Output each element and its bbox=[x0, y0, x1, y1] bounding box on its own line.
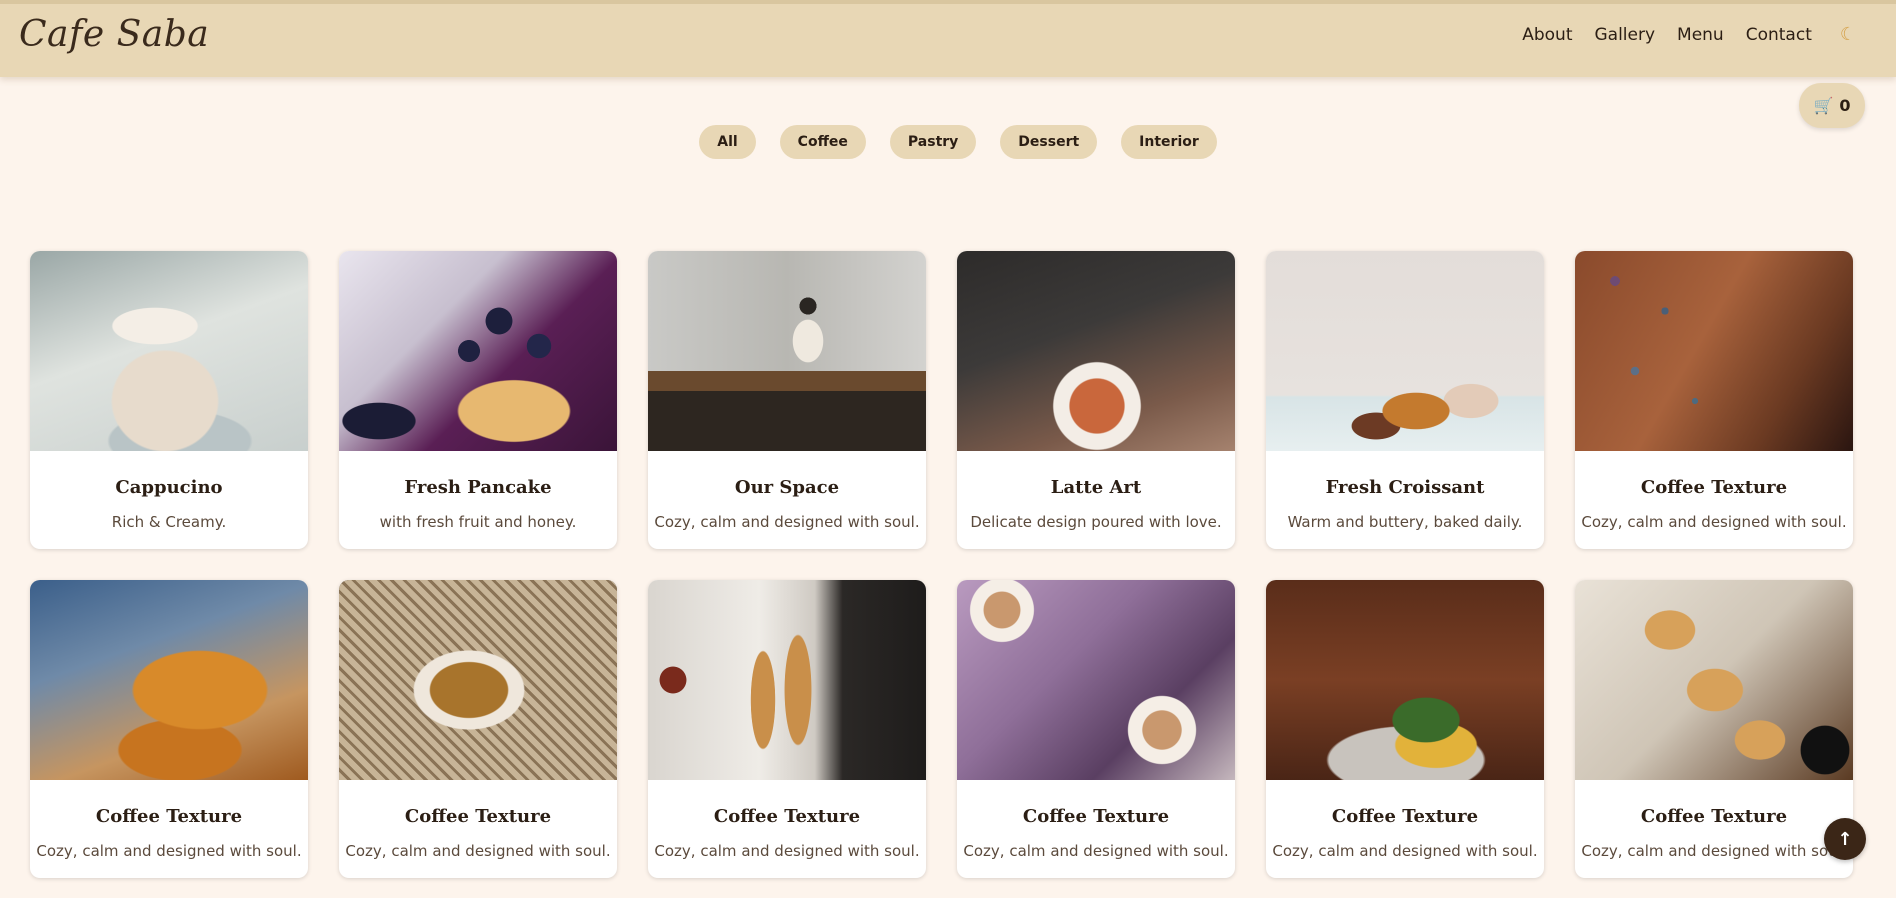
nav-about[interactable]: About bbox=[1522, 25, 1572, 45]
card-description: Delicate design poured with love. bbox=[970, 513, 1222, 531]
card-title: Fresh Croissant bbox=[1325, 477, 1485, 498]
gallery-card[interactable]: Coffee Texture Cozy, calm and designed w… bbox=[339, 580, 617, 878]
filter-bar: All Coffee Pastry Dessert Interior bbox=[0, 125, 1896, 159]
card-description: Warm and buttery, baked daily. bbox=[1287, 513, 1523, 531]
card-title: Coffee Texture bbox=[1640, 806, 1788, 827]
cart-count: 0 bbox=[1839, 96, 1851, 115]
cart-button[interactable]: 🛒 0 bbox=[1799, 83, 1865, 128]
gallery-grid: Cappucino Rich & Creamy. Fresh Pancake w… bbox=[30, 251, 1853, 878]
card-title: Coffee Texture bbox=[1022, 806, 1170, 827]
cafe-interior-photo bbox=[648, 251, 926, 451]
back-to-top-button[interactable]: ↑ bbox=[1824, 818, 1866, 860]
card-title: Coffee Texture bbox=[95, 806, 243, 827]
filter-all[interactable]: All bbox=[699, 125, 756, 159]
waffle-photo bbox=[30, 580, 308, 780]
gallery-card[interactable]: Fresh Pancake with fresh fruit and honey… bbox=[339, 251, 617, 549]
card-description: Cozy, calm and designed with soul. bbox=[963, 842, 1229, 860]
coffee-texture-photo bbox=[1575, 251, 1853, 451]
card-description: Cozy, calm and designed with soul. bbox=[36, 842, 302, 860]
gallery-card[interactable]: Coffee Texture Cozy, calm and designed w… bbox=[1575, 251, 1853, 549]
card-description: Cozy, calm and designed with soul. bbox=[654, 513, 920, 531]
card-description: Cozy, calm and designed with soul. bbox=[654, 842, 920, 860]
card-title: Latte Art bbox=[1050, 477, 1142, 498]
filter-pastry[interactable]: Pastry bbox=[889, 125, 977, 159]
filter-dessert[interactable]: Dessert bbox=[1000, 125, 1098, 159]
card-title: Coffee Texture bbox=[404, 806, 552, 827]
card-title: Coffee Texture bbox=[713, 806, 861, 827]
gallery-card[interactable]: Coffee Texture Cozy, calm and designed w… bbox=[30, 580, 308, 878]
donuts-photo bbox=[1575, 580, 1853, 780]
gallery-card[interactable]: Cappucino Rich & Creamy. bbox=[30, 251, 308, 549]
site-header: Cafe Saba About Gallery Menu Contact ☾ bbox=[0, 0, 1896, 77]
filter-interior[interactable]: Interior bbox=[1121, 125, 1217, 159]
nav-contact[interactable]: Contact bbox=[1746, 25, 1812, 45]
espresso-photo bbox=[339, 580, 617, 780]
moon-icon[interactable]: ☾ bbox=[1840, 24, 1856, 45]
card-title: Coffee Texture bbox=[1640, 477, 1788, 498]
cappuccino-photo bbox=[30, 251, 308, 451]
gallery-card[interactable]: Coffee Texture Cozy, calm and designed w… bbox=[1266, 580, 1544, 878]
card-description: Cozy, calm and designed with soul. bbox=[1581, 842, 1847, 860]
card-description: Rich & Creamy. bbox=[111, 513, 227, 531]
arrow-up-icon: ↑ bbox=[1837, 828, 1853, 850]
card-title: Our Space bbox=[734, 477, 840, 498]
main-nav: About Gallery Menu Contact ☾ bbox=[1522, 24, 1856, 45]
card-description: Cozy, calm and designed with soul. bbox=[1581, 513, 1847, 531]
card-title: Coffee Texture bbox=[1331, 806, 1479, 827]
gallery-card[interactable]: Coffee Texture Cozy, calm and designed w… bbox=[957, 580, 1235, 878]
salad-photo bbox=[1266, 580, 1544, 780]
latte-art-photo bbox=[957, 251, 1235, 451]
pancake-photo bbox=[339, 251, 617, 451]
card-title: Cappucino bbox=[115, 477, 223, 498]
cart-icon: 🛒 bbox=[1813, 96, 1834, 115]
gallery-card[interactable]: Coffee Texture Cozy, calm and designed w… bbox=[648, 580, 926, 878]
filter-coffee[interactable]: Coffee bbox=[779, 125, 866, 159]
nav-gallery[interactable]: Gallery bbox=[1594, 25, 1655, 45]
card-title: Fresh Pancake bbox=[404, 477, 552, 498]
nav-menu[interactable]: Menu bbox=[1677, 25, 1724, 45]
gallery-card[interactable]: Coffee Texture Cozy, calm and designed w… bbox=[1575, 580, 1853, 878]
gallery-card[interactable]: Fresh Croissant Warm and buttery, baked … bbox=[1266, 251, 1544, 549]
site-logo[interactable]: Cafe Saba bbox=[19, 14, 209, 55]
lattes-flowers-photo bbox=[957, 580, 1235, 780]
churros-photo bbox=[648, 580, 926, 780]
gallery-card[interactable]: Latte Art Delicate design poured with lo… bbox=[957, 251, 1235, 549]
card-description: Cozy, calm and designed with soul. bbox=[345, 842, 611, 860]
gallery-card[interactable]: Our Space Cozy, calm and designed with s… bbox=[648, 251, 926, 549]
card-description: with fresh fruit and honey. bbox=[379, 513, 577, 531]
card-description: Cozy, calm and designed with soul. bbox=[1272, 842, 1538, 860]
croissant-photo bbox=[1266, 251, 1544, 451]
